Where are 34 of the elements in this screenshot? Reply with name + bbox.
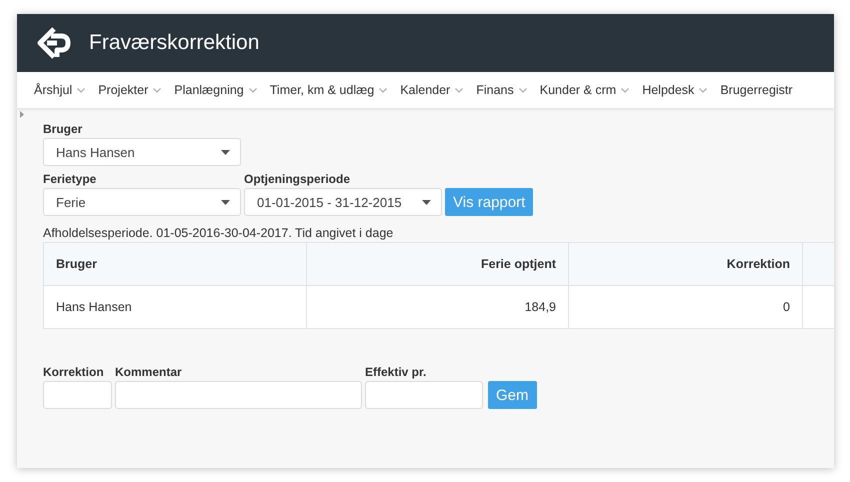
column-header: Bruger (44, 242, 306, 286)
dropdown-arrow-icon (221, 200, 230, 204)
input-field[interactable] (115, 381, 362, 409)
input-field[interactable] (365, 381, 483, 409)
input-field[interactable] (43, 381, 112, 409)
nav-menu-item[interactable]: Timer, km & udlæg (270, 83, 388, 97)
nav-menu-item[interactable]: Planlægning (174, 83, 257, 97)
column-header: Ferie optjent (306, 242, 568, 286)
period-note: Afholdelsesperiode. 01-05-2016-30-04-2017. Tid angivet i dage (43, 226, 394, 242)
column-header: Korrektion (568, 242, 802, 286)
period-dropdown[interactable]: 01-01-2015 - 31-12-2015 (244, 188, 442, 216)
field-label: Ferietype (43, 172, 98, 186)
field-label: Kommentar (115, 365, 183, 379)
table-cell: Hans Hansen (44, 286, 306, 328)
field-label: Korrektion (43, 365, 105, 379)
nav-menu-item[interactable]: Projekter (98, 83, 162, 97)
nav-menu-item[interactable]: Kalender (400, 83, 464, 97)
field-label: Optjeningsperiode (244, 172, 352, 186)
logo-icon (37, 26, 71, 60)
dropdown-arrow-icon (422, 200, 431, 204)
nav-menu-item[interactable]: Helpdesk (642, 83, 708, 97)
nav-menu-item[interactable]: Årshjul (34, 83, 86, 97)
nav-menu-item[interactable]: Kunder & crm (540, 83, 630, 97)
window-title: Fraværskorrektion (89, 31, 260, 55)
user-dropdown[interactable]: Hans Hansen (43, 138, 241, 166)
expand-arrow-icon[interactable] (20, 111, 24, 118)
table-cell: 0 (568, 286, 802, 328)
field-label: Effektiv pr. (365, 365, 428, 379)
type-dropdown[interactable]: Ferie (43, 188, 241, 216)
nav-menu-item[interactable]: Brugerregistr (720, 83, 793, 97)
table-cell: 184,9 (306, 286, 568, 328)
dropdown-arrow-icon (221, 150, 230, 154)
nav-menu-item[interactable]: Finans (476, 83, 527, 97)
field-label: Bruger (43, 122, 84, 136)
